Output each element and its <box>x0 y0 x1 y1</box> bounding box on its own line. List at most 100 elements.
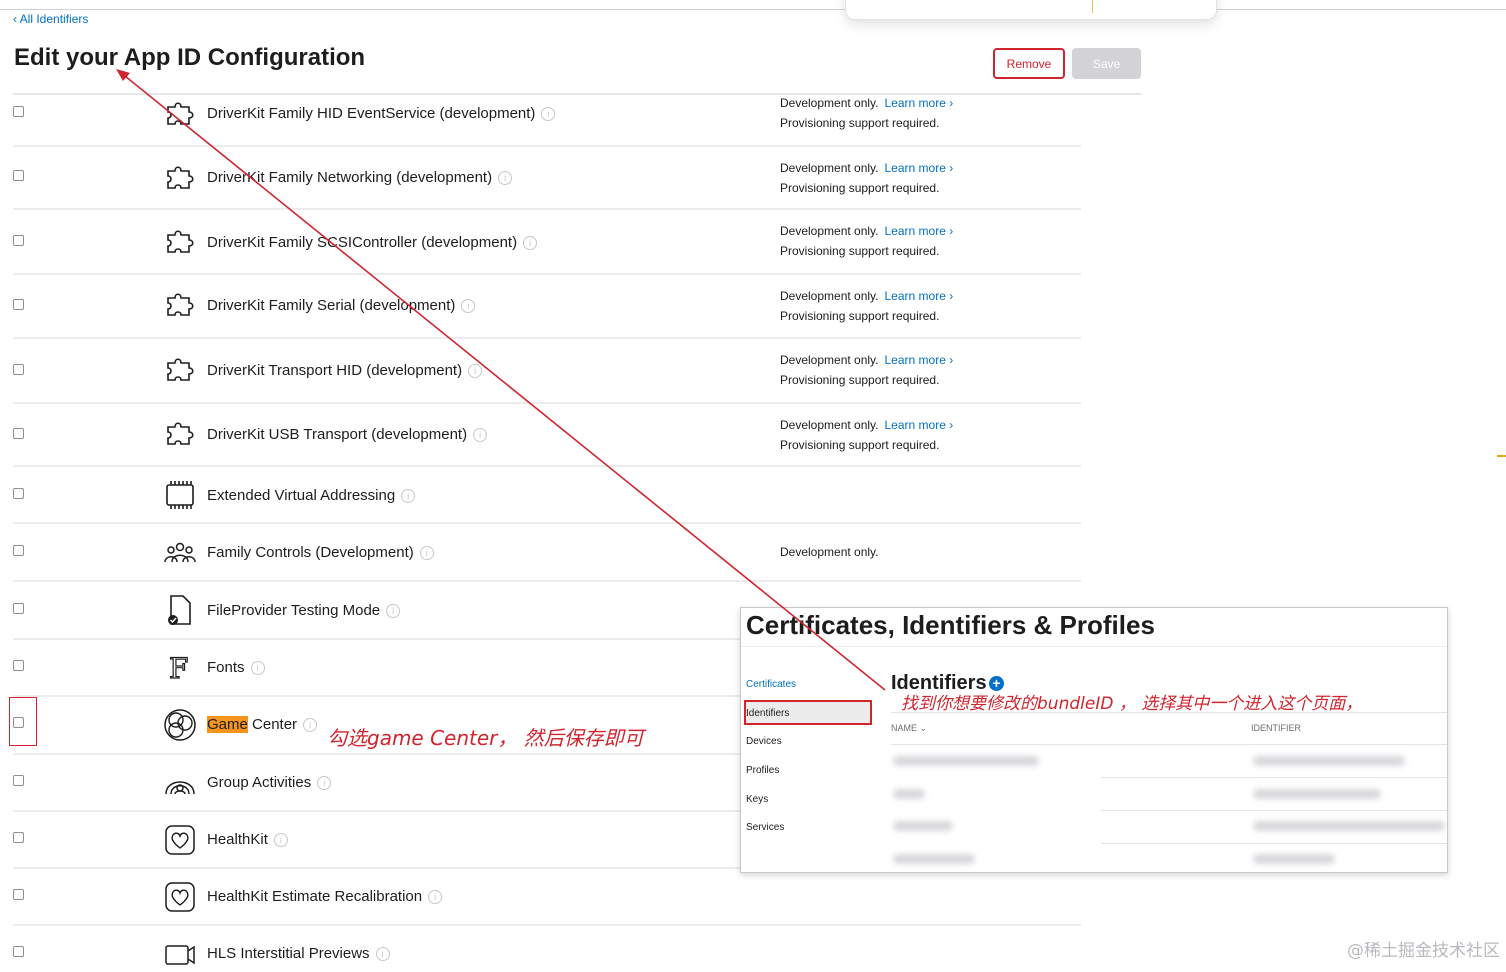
info-icon[interactable]: i <box>473 428 488 443</box>
save-button[interactable]: Save <box>1072 48 1141 79</box>
info-icon[interactable]: i <box>375 947 390 962</box>
info-icon[interactable]: i <box>461 299 476 314</box>
puzzle-icon <box>163 161 197 195</box>
capability-label: HLS Interstitial Previews i <box>207 945 390 962</box>
sidebar-item-devices[interactable]: Devices <box>746 736 782 747</box>
capability-notes: Development only. Learn more › Provisionin… <box>780 224 954 258</box>
capability-notes: Development only. Learn more › Provisionin… <box>780 418 954 452</box>
heart-icon <box>163 823 197 857</box>
sidebar-item-keys[interactable]: Keys <box>746 794 768 805</box>
info-icon[interactable]: i <box>523 236 538 251</box>
find-bundle-instruction: 找到你想要修改的bundleID ， 选择其中一个进入这个页面， <box>901 694 1363 714</box>
svg-text:F: F <box>169 652 188 684</box>
capability-checkbox[interactable] <box>13 364 24 375</box>
info-icon[interactable]: i <box>468 364 483 379</box>
capability-label: Extended Virtual Addressing i <box>207 487 416 504</box>
info-icon[interactable]: i <box>498 171 513 186</box>
sidebar-item-profiles[interactable]: Profiles <box>746 765 779 776</box>
info-icon[interactable]: i <box>273 833 288 848</box>
learn-more-link[interactable]: Learn more › <box>885 418 954 432</box>
column-header-identifier: IDENTIFIER <box>1251 723 1302 733</box>
capability-row: DriverKit Family Serial (development) i D… <box>13 275 1081 339</box>
capability-checkbox[interactable] <box>13 299 24 310</box>
page-title: Edit your App ID Configuration <box>14 44 366 71</box>
column-header-name[interactable]: NAME ⌄ <box>891 723 927 734</box>
remove-button[interactable]: Remove <box>993 48 1065 79</box>
capability-checkbox[interactable] <box>13 889 24 900</box>
capability-checkbox[interactable] <box>13 488 24 499</box>
game-center-instruction: 勾选game Center， 然后保存即可 <box>327 726 644 750</box>
table-rule <box>891 712 1447 713</box>
info-icon[interactable]: i <box>401 489 416 504</box>
capability-checkbox[interactable] <box>13 170 24 181</box>
capability-notes: Development only. Learn more › Provisionin… <box>780 289 954 323</box>
capability-checkbox[interactable] <box>13 106 24 117</box>
capability-label: Fonts i <box>207 659 265 676</box>
learn-more-link[interactable]: Learn more › <box>885 353 954 367</box>
capability-checkbox[interactable] <box>13 545 24 556</box>
capability-checkbox[interactable] <box>13 775 24 786</box>
capability-row: Extended Virtual Addressing i <box>13 467 1081 524</box>
learn-more-link[interactable]: Learn more › <box>885 224 954 238</box>
capability-label: Game Center i <box>207 716 318 733</box>
capability-label: DriverKit Transport HID (development) i <box>207 362 483 379</box>
learn-more-link[interactable]: Learn more › <box>885 96 954 110</box>
info-icon[interactable]: i <box>303 718 318 733</box>
capability-checkbox[interactable] <box>13 428 24 439</box>
table-rule <box>1101 843 1447 844</box>
capability-row: Family Controls (Development) i Developme… <box>13 524 1081 582</box>
capability-notes: Development only. Learn more › Provisionin… <box>780 161 954 195</box>
info-icon[interactable]: i <box>250 661 265 676</box>
capability-label: Group Activities i <box>207 774 332 791</box>
learn-more-link[interactable]: Learn more › <box>885 289 954 303</box>
capability-label: DriverKit Family Serial (development) i <box>207 297 476 314</box>
blurred-name <box>893 789 925 799</box>
capability-label: FileProvider Testing Mode i <box>207 602 401 619</box>
info-icon[interactable]: i <box>386 604 401 619</box>
info-icon[interactable]: i <box>317 776 332 791</box>
inset-title: Certificates, Identifiers & Profiles <box>746 610 1155 640</box>
capability-checkbox[interactable] <box>13 832 24 843</box>
capability-checkbox[interactable] <box>13 603 24 614</box>
edge-marker <box>1497 455 1506 457</box>
font-icon: F <box>163 650 197 684</box>
popover-fragment <box>845 0 1217 20</box>
sidebar-item-services[interactable]: Services <box>746 822 784 833</box>
info-icon[interactable]: i <box>428 890 443 905</box>
capability-row: HLS Interstitial Previews i <box>13 926 1081 965</box>
puzzle-icon <box>163 353 197 387</box>
capability-checkbox[interactable] <box>13 946 24 957</box>
learn-more-link[interactable]: Learn more › <box>885 161 954 175</box>
blurred-identifier <box>1253 789 1381 799</box>
capability-label: DriverKit Family HID EventService (devel… <box>207 105 556 122</box>
back-link-all-identifiers[interactable]: ‹ All Identifiers <box>13 12 88 26</box>
heart-icon <box>163 880 197 914</box>
blurred-identifier <box>1253 821 1445 831</box>
capability-label: DriverKit USB Transport (development) i <box>207 426 488 443</box>
video-icon <box>163 938 197 972</box>
capability-notes: Development only. <box>780 545 879 559</box>
capability-label: DriverKit Family Networking (development… <box>207 169 513 186</box>
capability-checkbox[interactable] <box>13 660 24 671</box>
capability-checkbox[interactable] <box>13 235 24 246</box>
capability-notes: Development only. Learn more › Provisionin… <box>780 353 954 387</box>
info-icon[interactable]: i <box>419 546 434 561</box>
blurred-identifier <box>1253 854 1335 864</box>
inset-identifiers-panel: Certificates, Identifiers & Profiles Cer… <box>740 607 1448 873</box>
capability-row: DriverKit Family SCSIController (develop… <box>13 210 1081 275</box>
blurred-name <box>893 821 953 831</box>
game-highlight: Game <box>207 716 248 733</box>
top-divider <box>0 9 1506 10</box>
info-icon[interactable]: i <box>541 107 556 122</box>
inset-divider <box>741 646 1447 647</box>
sidebar-item-certificates[interactable]: Certificates <box>746 679 796 690</box>
table-rule <box>891 744 1447 745</box>
blurred-name <box>893 756 1039 766</box>
popover-tick <box>1092 0 1093 13</box>
capability-label: DriverKit Family SCSIController (develop… <box>207 234 538 251</box>
family-icon <box>163 536 197 570</box>
puzzle-icon <box>163 288 197 322</box>
capability-label: Family Controls (Development) i <box>207 544 434 561</box>
table-rule <box>1101 777 1447 778</box>
blurred-name <box>893 854 975 864</box>
